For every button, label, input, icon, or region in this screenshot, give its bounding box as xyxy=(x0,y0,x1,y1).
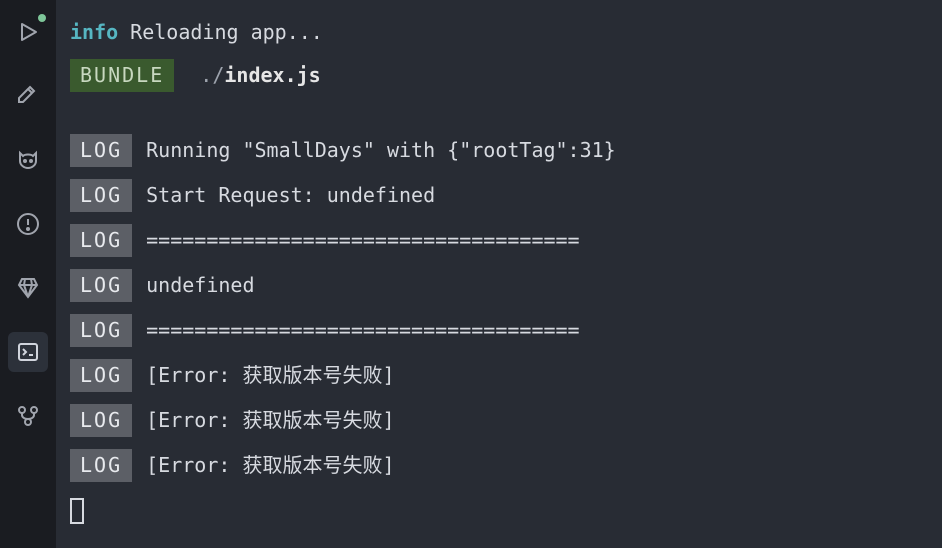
log-badge: LOG xyxy=(70,134,132,167)
log-line: LOG [Error: 获取版本号失败] xyxy=(70,359,928,392)
log-line: LOG ==================================== xyxy=(70,314,928,347)
bundle-badge: BUNDLE xyxy=(70,59,174,92)
log-line: LOG Start Request: undefined xyxy=(70,179,928,212)
diamond-icon[interactable] xyxy=(8,268,48,308)
hammer-icon[interactable] xyxy=(8,76,48,116)
info-line: info Reloading app... xyxy=(70,18,928,47)
cat-icon[interactable] xyxy=(8,140,48,180)
log-badge: LOG xyxy=(70,224,132,257)
log-text: ==================================== xyxy=(146,226,579,255)
log-line: LOG ==================================== xyxy=(70,224,928,257)
info-text: Reloading app... xyxy=(130,18,323,47)
log-badge: LOG xyxy=(70,269,132,302)
bundle-path: ./index.js xyxy=(188,61,320,90)
terminal-panel[interactable]: info Reloading app... BUNDLE ./index.js … xyxy=(56,0,942,548)
branch-icon[interactable] xyxy=(8,396,48,436)
log-badge: LOG xyxy=(70,359,132,392)
log-line: LOG Running "SmallDays" with {"rootTag":… xyxy=(70,134,928,167)
log-text: ==================================== xyxy=(146,316,579,345)
log-text: [Error: 获取版本号失败] xyxy=(146,406,394,435)
log-text: Running "SmallDays" with {"rootTag":31} xyxy=(146,136,616,165)
log-text: Start Request: undefined xyxy=(146,181,435,210)
terminal-icon[interactable] xyxy=(8,332,48,372)
sidebar xyxy=(0,0,56,548)
status-dot xyxy=(38,14,46,22)
log-text: [Error: 获取版本号失败] xyxy=(146,361,394,390)
log-badge: LOG xyxy=(70,179,132,212)
log-line: LOG [Error: 获取版本号失败] xyxy=(70,449,928,482)
bundle-line: BUNDLE ./index.js xyxy=(70,59,928,92)
log-line: LOG [Error: 获取版本号失败] xyxy=(70,404,928,437)
log-badge: LOG xyxy=(70,449,132,482)
log-line: LOG undefined xyxy=(70,269,928,302)
log-text: undefined xyxy=(146,271,254,300)
cursor xyxy=(70,494,928,532)
alert-icon[interactable] xyxy=(8,204,48,244)
log-text: [Error: 获取版本号失败] xyxy=(146,451,394,480)
info-label: info xyxy=(70,18,118,47)
log-badge: LOG xyxy=(70,314,132,347)
log-badge: LOG xyxy=(70,404,132,437)
play-icon[interactable] xyxy=(8,12,48,52)
